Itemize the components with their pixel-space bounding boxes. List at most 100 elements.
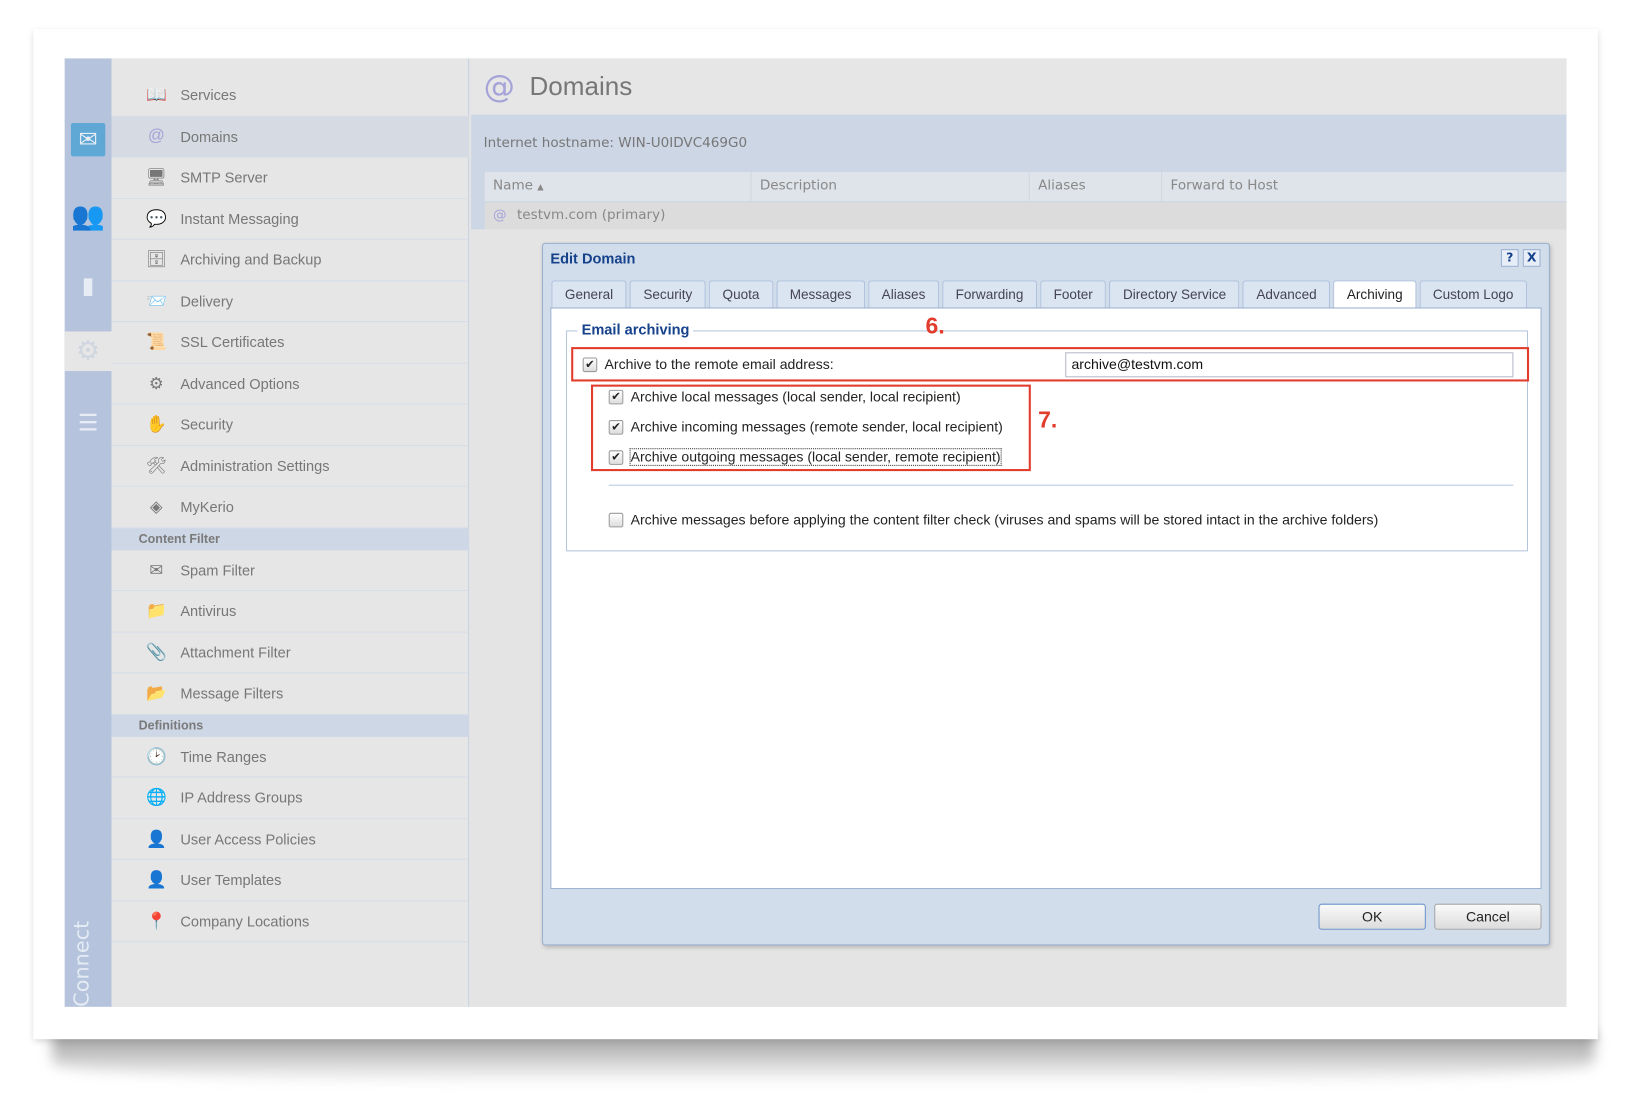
annotation-box-6 bbox=[571, 347, 1530, 382]
sidebar: 📖 Services @ Domains 🖥 SMTP Server 💬 Instant Me… bbox=[111, 58, 470, 1007]
sidebar-item-antivirus[interactable]: 📁 Antivirus bbox=[111, 591, 470, 633]
sidebar-item-administration-settings[interactable]: 🛠 Administration Settings bbox=[111, 446, 470, 487]
sidebar-item-label: Archiving and Backup bbox=[180, 251, 322, 269]
tab-bar: General Security Quota Messages Aliases Forwa… bbox=[551, 280, 1527, 310]
tab-custom-logo[interactable]: Custom Logo bbox=[1419, 280, 1527, 309]
statistics-icon[interactable]: ▮ bbox=[71, 269, 105, 302]
certificate-icon: 📜 bbox=[145, 333, 167, 352]
sidebar-item-label: Antivirus bbox=[180, 602, 237, 620]
domains-grid: Name ▲ Description Aliases Forward to Ho… bbox=[484, 171, 1567, 230]
column-forward-to-host[interactable]: Forward to Host bbox=[1162, 171, 1567, 202]
sidebar-item-label: Domains bbox=[180, 127, 238, 145]
sidebar-item-label: IP Address Groups bbox=[180, 789, 303, 806]
column-description[interactable]: Description bbox=[751, 171, 1030, 202]
logs-icon[interactable]: ☰ bbox=[71, 406, 105, 439]
sidebar-section-header: Definitions bbox=[111, 714, 470, 737]
sidebar-item-label: SMTP Server bbox=[180, 169, 268, 186]
sidebar-item-label: Spam Filter bbox=[180, 561, 255, 579]
attachment-filter-icon: 📎 bbox=[145, 643, 167, 662]
sidebar-item-attachment-filter[interactable]: 📎 Attachment Filter bbox=[111, 632, 470, 674]
sidebar-item-label: SSL Certificates bbox=[180, 333, 285, 351]
tab-aliases[interactable]: Aliases bbox=[868, 280, 939, 309]
sidebar-section-header: Content Filter bbox=[111, 527, 470, 550]
domain-name: testvm.com (primary) bbox=[516, 207, 666, 224]
page-title: Domains bbox=[529, 71, 633, 101]
fieldset-legend: Email archiving bbox=[577, 321, 694, 338]
users-icon[interactable]: 👥 bbox=[71, 200, 105, 233]
stage: ✉ 👥 ▮ ⚙ ☰ Connect 📖 Services @ Domains 🖥 SMTP… bbox=[0, 0, 1626, 1110]
time-ranges-icon: 🕑 bbox=[145, 748, 167, 766]
sidebar-item-user-templates[interactable]: 👤 User Templates bbox=[111, 860, 470, 902]
sidebar-item-label: Message Filters bbox=[180, 685, 284, 702]
sidebar-item-instant-messaging[interactable]: 💬 Instant Messaging bbox=[111, 199, 470, 240]
filter-folder-icon: 📂 bbox=[145, 685, 167, 703]
sidebar-item-spam-filter[interactable]: ✉ Spam Filter bbox=[111, 550, 470, 591]
tab-footer[interactable]: Footer bbox=[1040, 280, 1107, 309]
sidebar-item-domains[interactable]: @ Domains bbox=[111, 116, 470, 158]
sidebar-item-label: Advanced Options bbox=[180, 374, 300, 392]
sidebar-item-archiving-and-backup[interactable]: 🗄 Archiving and Backup bbox=[111, 240, 470, 281]
sidebar-item-smtp-server[interactable]: 🖥 SMTP Server bbox=[111, 157, 470, 199]
sidebar-item-security[interactable]: ✋ Security bbox=[111, 404, 470, 446]
help-button[interactable]: ? bbox=[1500, 249, 1519, 267]
archive-icon: 🗄 bbox=[145, 251, 167, 270]
checkbox-unchecked-icon bbox=[608, 512, 624, 527]
cancel-button[interactable]: Cancel bbox=[1434, 903, 1542, 930]
sidebar-item-label: Administration Settings bbox=[180, 457, 330, 474]
sidebar-item-ssl-certificates[interactable]: 📜 SSL Certificates bbox=[111, 322, 470, 364]
sort-asc-icon: ▲ bbox=[537, 182, 544, 192]
close-button[interactable]: X bbox=[1522, 249, 1541, 267]
ip-groups-icon: 🌐 bbox=[145, 789, 167, 808]
tab-quota[interactable]: Quota bbox=[708, 280, 774, 309]
column-aliases[interactable]: Aliases bbox=[1029, 171, 1163, 202]
column-name[interactable]: Name ▲ bbox=[484, 171, 752, 202]
gears-icon: ⚙ bbox=[148, 374, 164, 393]
sidebar-item-label: Attachment Filter bbox=[180, 643, 291, 661]
connect-label: Connect bbox=[68, 920, 94, 1007]
archive-before-filter-checkbox[interactable]: Archive messages before applying the con… bbox=[608, 511, 1379, 528]
internet-hostname: Internet hostname: WIN-U0IDVC469G0 bbox=[483, 135, 748, 152]
stop-hand-icon: ✋ bbox=[145, 416, 167, 434]
sidebar-item-time-ranges[interactable]: 🕑 Time Ranges bbox=[111, 736, 470, 778]
sidebar-item-message-filters[interactable]: 📂 Message Filters bbox=[111, 673, 470, 715]
tab-general[interactable]: General bbox=[551, 280, 627, 309]
user-template-icon: 👤 bbox=[145, 871, 167, 890]
services-icon: 📖 bbox=[145, 86, 167, 105]
admin-settings-icon: 🛠 bbox=[145, 457, 167, 476]
nav-strip: ✉ 👥 ▮ ⚙ ☰ Connect bbox=[64, 58, 112, 1007]
sidebar-item-label: Instant Messaging bbox=[180, 210, 299, 227]
antivirus-icon: 📁 bbox=[145, 602, 167, 621]
tab-forwarding[interactable]: Forwarding bbox=[942, 280, 1037, 309]
sidebar-item-label: Time Ranges bbox=[180, 748, 267, 765]
tab-advanced[interactable]: Advanced bbox=[1242, 280, 1331, 309]
mykerio-icon: ◈ bbox=[149, 498, 163, 517]
sidebar-item-label: Services bbox=[180, 86, 237, 104]
settings-icon[interactable]: ⚙ bbox=[64, 331, 112, 372]
sidebar-item-advanced-options[interactable]: ⚙ Advanced Options bbox=[111, 363, 470, 405]
at-icon: @ bbox=[147, 126, 165, 145]
sidebar-item-ip-address-groups[interactable]: 🌐 IP Address Groups bbox=[111, 778, 470, 819]
sidebar-item-label: User Access Policies bbox=[180, 830, 316, 848]
tab-security[interactable]: Security bbox=[629, 280, 706, 309]
sidebar-item-label: Delivery bbox=[180, 292, 234, 310]
sidebar-item-delivery[interactable]: 📨 Delivery bbox=[111, 281, 470, 323]
tab-messages[interactable]: Messages bbox=[776, 280, 865, 309]
tab-directory-service[interactable]: Directory Service bbox=[1109, 280, 1240, 309]
sidebar-item-company-locations[interactable]: 📍 Company Locations bbox=[111, 901, 470, 943]
tab-archiving[interactable]: Archiving bbox=[1333, 280, 1417, 310]
annotation-label-6: 6. bbox=[925, 312, 945, 339]
chat-icon: 💬 bbox=[145, 210, 167, 229]
sidebar-item-mykerio[interactable]: ◈ MyKerio bbox=[111, 487, 470, 528]
at-icon: @ bbox=[483, 68, 515, 105]
dialog-title: Edit Domain bbox=[550, 250, 636, 267]
sidebar-item-label: Security bbox=[180, 416, 234, 433]
ok-button[interactable]: OK bbox=[1318, 903, 1426, 930]
at-icon: @ bbox=[493, 207, 507, 224]
sidebar-item-services[interactable]: 📖 Services bbox=[111, 75, 470, 117]
annotation-box-7 bbox=[590, 384, 1031, 472]
sidebar-item-user-access-policies[interactable]: 👤 User Access Policies bbox=[111, 819, 470, 860]
mail-icon[interactable]: ✉ bbox=[70, 122, 106, 157]
divider bbox=[608, 484, 1514, 486]
table-row[interactable]: @ testvm.com (primary) bbox=[484, 202, 1567, 230]
checkbox-label: Archive messages before applying the con… bbox=[630, 511, 1379, 528]
